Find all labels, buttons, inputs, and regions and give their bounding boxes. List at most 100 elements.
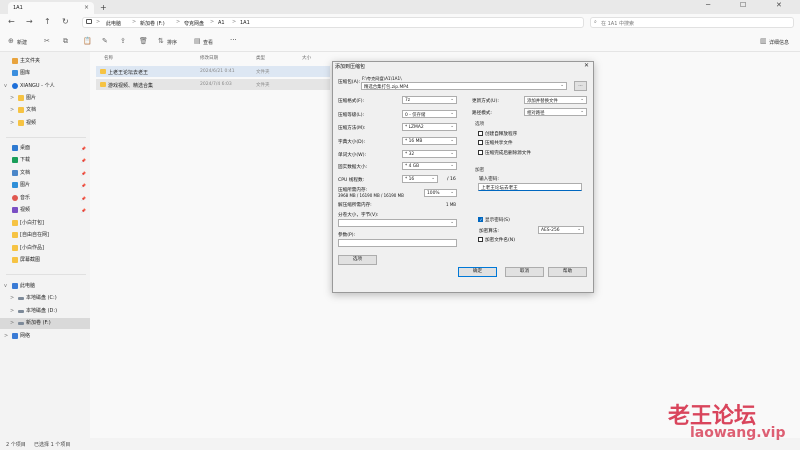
path-mode-combo[interactable]: 相对路径 ⌄ <box>524 108 587 116</box>
chevron-down-icon[interactable]: ⌄ <box>560 83 564 88</box>
up-button[interactable]: ↑ <box>44 17 51 26</box>
sidebar-item-drive-c[interactable]: > 本地磁盘 (C:) <box>0 293 90 304</box>
chevron-right-icon[interactable]: > <box>10 306 14 317</box>
params-input[interactable] <box>338 239 457 247</box>
search-input[interactable]: ⌕ 在 1A1 中搜索 <box>590 17 794 28</box>
solid-combo[interactable]: * 4 GB ⌄ <box>402 162 457 170</box>
sidebar-item-ziyou[interactable]: [自由自在网] <box>0 230 90 241</box>
sidebar-item-od-pictures[interactable]: > 图片 <box>0 93 90 104</box>
sidebar-item-drive-d[interactable]: > 本地磁盘 (D:) <box>0 306 90 317</box>
sidebar-item-pictures[interactable]: 图片 📌 <box>0 180 90 191</box>
column-header-type[interactable]: 类型 <box>256 55 265 61</box>
ok-button[interactable]: 确定 <box>458 267 497 277</box>
delete-icon[interactable]: 🗑 <box>139 37 148 45</box>
sidebar-item-drive-f[interactable]: > 新加卷 (F:) <box>0 318 90 329</box>
archive-name-combo[interactable]: 精选合集打包.zip.MP4 ⌄ <box>361 82 567 90</box>
browse-button[interactable]: ... <box>574 81 587 91</box>
chevron-down-icon[interactable]: ⌄ <box>450 97 454 102</box>
close-window-button[interactable]: ✕ <box>776 1 782 9</box>
sidebar-item-xiaobai-works[interactable]: [小白作品] <box>0 243 90 254</box>
rename-icon[interactable]: ✎ <box>102 37 108 45</box>
delete-after-checkbox[interactable] <box>478 150 483 155</box>
sidebar-item-screenshots[interactable]: 屏幕截图 <box>0 255 90 266</box>
dict-combo[interactable]: * 16 MB ⌄ <box>402 137 457 145</box>
breadcrumb-drive-f[interactable]: 新加卷 (F:) <box>140 20 165 27</box>
sidebar-item-documents[interactable]: 文档 📌 <box>0 168 90 179</box>
dialog-close-icon[interactable]: ✕ <box>584 62 589 69</box>
chevron-right-icon[interactable]: > <box>10 118 14 129</box>
cut-icon[interactable]: ✂ <box>44 37 50 45</box>
column-header-size[interactable]: 大小 <box>302 55 311 61</box>
details-button[interactable]: 详细信息 <box>769 39 789 46</box>
chevron-down-icon[interactable]: ⌄ <box>577 227 581 232</box>
cancel-button[interactable]: 取消 <box>505 267 544 277</box>
column-header-name[interactable]: 名称 <box>104 55 113 61</box>
new-tab-button[interactable]: + <box>100 3 107 12</box>
split-combo[interactable]: ⌄ <box>338 219 457 227</box>
update-combo[interactable]: 添加并替换文件 ⌄ <box>524 96 587 104</box>
chevron-down-icon[interactable]: ⌄ <box>431 176 435 181</box>
sidebar-item-od-videos[interactable]: > 视频 <box>0 118 90 129</box>
sidebar-item-home[interactable]: 主文件夹 <box>0 56 90 67</box>
breadcrumb-a1[interactable]: A1 <box>218 20 225 26</box>
chevron-down-icon[interactable]: ⌄ <box>450 220 454 225</box>
sidebar-item-onedrive[interactable]: v XIANGU - 个人 <box>0 81 90 92</box>
new-button[interactable]: 新建 <box>17 39 27 46</box>
enc-method-combo[interactable]: AES-256 ⌄ <box>538 226 584 234</box>
shared-checkbox[interactable] <box>478 140 483 145</box>
breadcrumb-this-pc[interactable]: 此电脑 <box>106 20 121 27</box>
sidebar-item-xiaobai-pack[interactable]: [小白打包] <box>0 218 90 229</box>
mem-pct-combo[interactable]: 100% ⌄ <box>424 189 457 197</box>
sidebar-item-network[interactable]: > 网络 <box>0 331 90 342</box>
chevron-right-icon[interactable]: > <box>4 331 8 342</box>
tab-close-icon[interactable]: × <box>84 4 89 11</box>
format-combo[interactable]: 7z ⌄ <box>402 96 457 104</box>
sidebar-item-this-pc[interactable]: v 此电脑 <box>0 281 90 292</box>
breadcrumb-quark[interactable]: 夸克网盘 <box>184 20 204 27</box>
pin-icon[interactable]: 📌 <box>81 205 86 216</box>
encrypt-names-checkbox[interactable] <box>478 237 483 242</box>
file-row[interactable]: 上老王论坛去老王 2024/6/21 0:41 文件夹 <box>96 66 330 77</box>
maximize-button[interactable]: ☐ <box>740 1 746 9</box>
word-combo[interactable]: * 32 ⌄ <box>402 150 457 158</box>
view-button[interactable]: 查看 <box>203 39 213 46</box>
chevron-right-icon[interactable]: > <box>10 318 14 329</box>
show-password-checkbox[interactable] <box>478 217 483 222</box>
sfx-checkbox[interactable] <box>478 131 483 136</box>
sidebar-item-music[interactable]: 音乐 📌 <box>0 193 90 204</box>
pin-icon[interactable]: 📌 <box>81 143 86 154</box>
chevron-down-icon[interactable]: ⌄ <box>450 190 454 195</box>
more-button[interactable]: ··· <box>230 36 237 44</box>
chevron-right-icon[interactable]: > <box>10 93 14 104</box>
paste-icon[interactable]: 📋 <box>83 37 92 45</box>
column-header-date[interactable]: 修改日期 <box>200 55 218 61</box>
forward-button[interactable]: → <box>26 17 33 26</box>
chevron-down-icon[interactable]: ⌄ <box>580 97 584 102</box>
refresh-button[interactable]: ↻ <box>62 17 69 26</box>
chevron-down-icon[interactable]: ⌄ <box>450 111 454 116</box>
sidebar-item-desktop[interactable]: 桌面 📌 <box>0 143 90 154</box>
pin-icon[interactable]: 📌 <box>81 155 86 166</box>
chevron-down-icon[interactable]: ⌄ <box>450 124 454 129</box>
sort-button[interactable]: 排序 <box>167 39 177 46</box>
chevron-down-icon[interactable]: ⌄ <box>450 138 454 143</box>
minimize-button[interactable]: ─ <box>706 1 710 9</box>
pin-icon[interactable]: 📌 <box>81 193 86 204</box>
chevron-right-icon[interactable]: > <box>10 105 14 116</box>
sidebar-item-videos[interactable]: 视频 📌 <box>0 205 90 216</box>
chevron-down-icon[interactable]: ⌄ <box>450 163 454 168</box>
pin-icon[interactable]: 📌 <box>81 180 86 191</box>
help-button[interactable]: 帮助 <box>548 267 587 277</box>
sidebar-item-od-documents[interactable]: > 文档 <box>0 105 90 116</box>
chevron-right-icon[interactable]: > <box>10 293 14 304</box>
file-row[interactable]: 游戏视频、精选合集 2024/7/4 6:03 文件夹 <box>96 79 330 90</box>
share-icon[interactable]: ⇪ <box>120 37 126 45</box>
chevron-down-icon[interactable]: v <box>4 281 7 292</box>
password-input[interactable]: 上老王论坛去老王 <box>478 183 582 191</box>
level-combo[interactable]: 0 - 仅存储 ⌄ <box>402 110 457 118</box>
sidebar-item-gallery[interactable]: 图库 <box>0 68 90 79</box>
back-button[interactable]: ← <box>8 17 15 26</box>
chevron-down-icon[interactable]: v <box>4 81 7 92</box>
pin-icon[interactable]: 📌 <box>81 168 86 179</box>
chevron-down-icon[interactable]: ⌄ <box>450 151 454 156</box>
